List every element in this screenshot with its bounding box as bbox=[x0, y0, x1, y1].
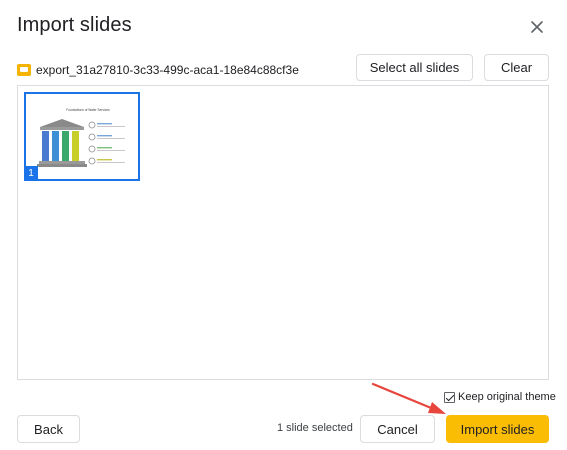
import-slides-button[interactable]: Import slides bbox=[446, 415, 549, 443]
close-icon[interactable] bbox=[526, 16, 548, 38]
dialog-title: Import slides bbox=[17, 14, 132, 36]
selection-status: 1 slide selected bbox=[277, 422, 353, 434]
keep-theme-label: Keep original theme bbox=[458, 391, 556, 403]
slides-file-icon bbox=[17, 64, 31, 76]
keep-theme-checkbox[interactable] bbox=[444, 391, 455, 403]
slide-thumbnail[interactable]: Foundations of Water Services bbox=[24, 92, 140, 181]
back-button[interactable]: Back bbox=[17, 415, 80, 443]
clear-button[interactable]: Clear bbox=[484, 54, 549, 81]
file-name: export_31a27810-3c33-499c-aca1-18e84c88c… bbox=[36, 63, 299, 77]
slide-number-badge: 1 bbox=[24, 166, 38, 181]
select-all-slides-button[interactable]: Select all slides bbox=[356, 54, 473, 81]
slide-preview-title: Foundations of Water Services bbox=[66, 108, 110, 112]
keep-theme-option[interactable]: Keep original theme bbox=[444, 391, 556, 403]
cancel-button[interactable]: Cancel bbox=[360, 415, 435, 443]
slide-preview-image: Foundations of Water Services bbox=[37, 108, 125, 167]
